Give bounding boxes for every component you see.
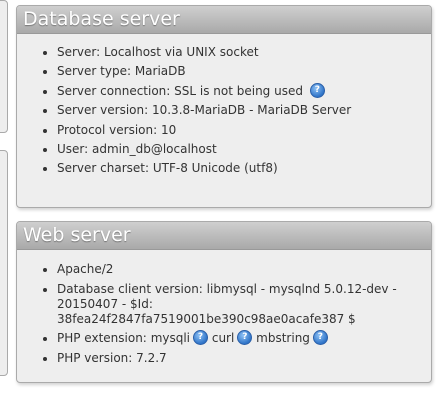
- list-item: Server connection: SSL is not being used…: [57, 82, 425, 99]
- web-server-panel: Web server Apache/2 Database client vers…: [16, 221, 432, 383]
- list-item: Protocol version: 10: [57, 123, 425, 138]
- web-server-list: Apache/2 Database client version: libmys…: [17, 250, 431, 366]
- help-icon[interactable]: ?: [309, 82, 325, 98]
- left-panel-edge: [0, 150, 8, 376]
- list-item: Server type: MariaDB: [57, 64, 425, 79]
- help-icon[interactable]: ?: [312, 330, 328, 345]
- database-server-title: Database server: [17, 6, 431, 34]
- list-item: Server version: 10.3.8-MariaDB - MariaDB…: [57, 103, 425, 118]
- list-item: Server: Localhost via UNIX socket: [57, 45, 425, 60]
- list-item: User: admin_db@localhost: [57, 142, 425, 157]
- database-server-list: Server: Localhost via UNIX socket Server…: [17, 34, 431, 176]
- database-server-panel: Database server Server: Localhost via UN…: [16, 5, 432, 208]
- list-item: Server charset: UTF-8 Unicode (utf8): [57, 161, 425, 176]
- list-item: PHP extension: mysqli? curl? mbstring?: [57, 330, 425, 346]
- list-item: Database client version: libmysql - mysq…: [57, 282, 425, 327]
- list-item: Apache/2: [57, 262, 425, 277]
- help-icon[interactable]: ?: [237, 330, 253, 345]
- web-server-title: Web server: [17, 222, 431, 250]
- help-icon[interactable]: ?: [193, 330, 209, 345]
- left-panel-edge: [0, 0, 8, 133]
- list-item: PHP version: 7.2.7: [57, 351, 425, 366]
